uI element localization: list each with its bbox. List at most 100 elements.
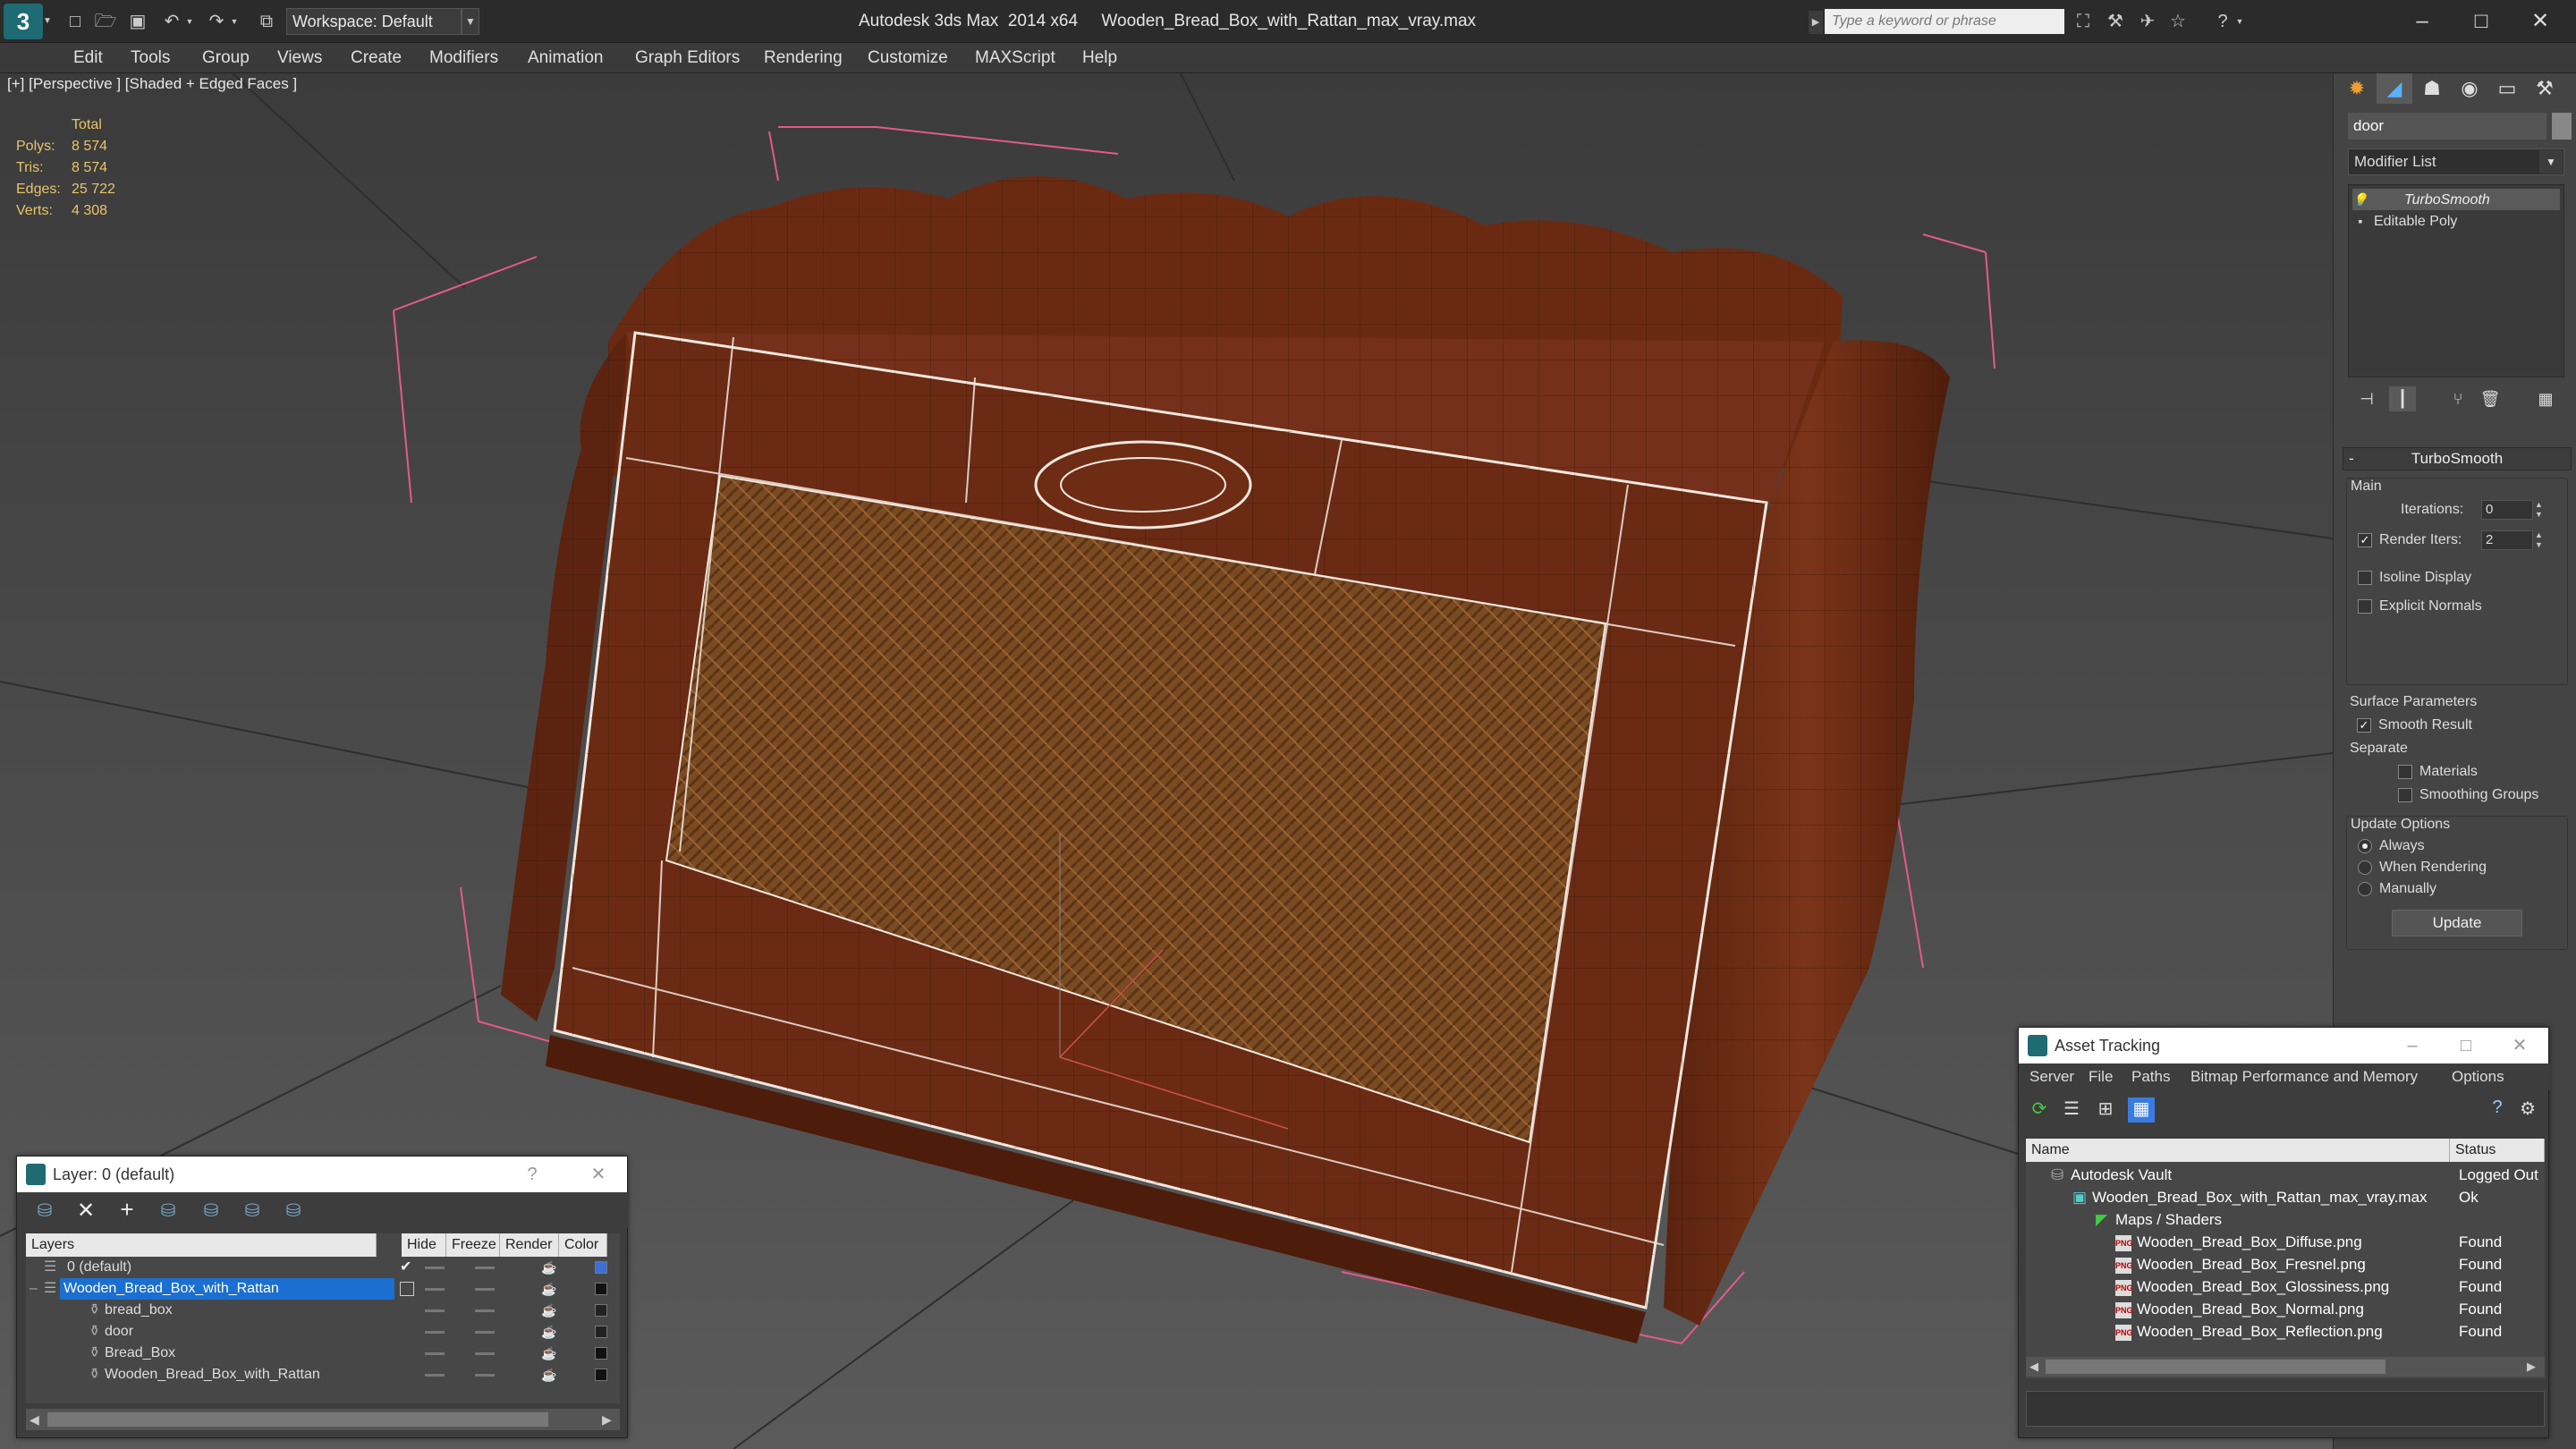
render-iters-spinner[interactable]: 2 xyxy=(2481,530,2533,550)
tree-view-icon[interactable]: ⊞ xyxy=(2094,1097,2117,1121)
smoothing-groups-row[interactable]: Smoothing Groups xyxy=(2398,787,2538,803)
asset-panel-minimize-icon[interactable]: – xyxy=(2394,1028,2430,1063)
menu-create[interactable]: Create xyxy=(351,43,402,73)
motion-tab-icon[interactable]: ◉ xyxy=(2452,73,2487,104)
asset-help-icon[interactable]: ? xyxy=(2486,1097,2509,1121)
layer-color-swatch[interactable] xyxy=(595,1261,607,1274)
lightbulb-icon[interactable]: 💡 xyxy=(2352,189,2368,210)
open-file-icon[interactable]: 🗁 xyxy=(93,9,118,34)
table-view-icon[interactable]: ▦ xyxy=(2128,1097,2155,1123)
redo-dropdown-icon[interactable]: ▼ xyxy=(227,9,242,34)
modifier-list-dropdown[interactable]: Modifier List xyxy=(2348,148,2564,175)
help-dropdown-icon[interactable]: ▼ xyxy=(2233,9,2247,34)
configure-sets-icon[interactable]: ▦ xyxy=(2532,386,2559,411)
layer-row[interactable]: ⚱ Wooden_Bread_Box_with_Rattan ☕ xyxy=(26,1364,620,1385)
refresh-icon[interactable]: ⟳ xyxy=(2028,1097,2051,1121)
smoothing-groups-checkbox[interactable] xyxy=(2398,787,2412,802)
layer-row[interactable]: – ☰ Wooden_Bread_Box_with_Rattan ☕ xyxy=(26,1278,620,1300)
iterations-spinner-arrows-icon[interactable]: ▲ ▼ xyxy=(2535,500,2543,520)
update-button[interactable]: Update xyxy=(2392,910,2522,936)
utilities-tab-icon[interactable]: ⚒ xyxy=(2527,73,2563,104)
asset-row[interactable]: ⛁ Autodesk Vault Logged Out xyxy=(2029,1164,2545,1186)
update-always-row[interactable]: Always xyxy=(2358,838,2425,854)
subscription-icon[interactable]: ⚒ xyxy=(2102,9,2129,34)
render-iters-spinner-arrows-icon[interactable]: ▲ ▼ xyxy=(2535,530,2543,550)
render-teapot-icon[interactable]: ☕ xyxy=(541,1321,556,1343)
col-status[interactable]: Status xyxy=(2450,1139,2545,1162)
layer-row[interactable]: ☰ 0 (default) ✔ ☕ xyxy=(26,1257,620,1278)
render-teapot-icon[interactable]: ☕ xyxy=(541,1278,556,1300)
menu-rendering[interactable]: Rendering xyxy=(764,43,843,73)
col-color[interactable]: Color xyxy=(559,1233,607,1257)
col-freeze[interactable]: Freeze xyxy=(446,1233,500,1257)
minimize-icon[interactable]: – xyxy=(2395,4,2449,39)
layer-row[interactable]: ⚱ bread_box ☕ xyxy=(26,1300,620,1321)
active-layer-box[interactable] xyxy=(400,1282,414,1296)
menu-maxscript[interactable]: MAXScript xyxy=(975,43,1055,73)
manually-radio[interactable] xyxy=(2358,881,2372,896)
asset-row[interactable]: PNG Wooden_Bread_Box_Diffuse.png Found xyxy=(2029,1231,2545,1253)
save-icon[interactable]: ▣ xyxy=(125,9,150,34)
layer-panel-close-icon[interactable]: ✕ xyxy=(580,1157,616,1192)
materials-row[interactable]: Materials xyxy=(2398,764,2478,780)
asset-panel-titlebar[interactable]: Asset Tracking – □ ✕ xyxy=(2019,1028,2548,1063)
pin-stack-icon[interactable]: ⊣ xyxy=(2353,386,2380,411)
menu-views[interactable]: Views xyxy=(277,43,322,73)
new-file-icon[interactable]: □ xyxy=(63,9,88,34)
layer-panel-titlebar[interactable]: Layer: 0 (default) ? ✕ xyxy=(17,1157,627,1192)
stack-item-turbosmooth[interactable]: 💡 TurboSmooth xyxy=(2352,189,2560,210)
update-when-rendering-row[interactable]: When Rendering xyxy=(2358,860,2487,876)
app-menu-arrow-icon[interactable]: ▼ xyxy=(43,16,52,26)
freeze-toggle[interactable] xyxy=(475,1374,495,1377)
asset-menu-options[interactable]: Options xyxy=(2452,1063,2504,1090)
layer-row[interactable]: ⚱ door ☕ xyxy=(26,1321,620,1343)
explicit-normals-checkbox[interactable] xyxy=(2358,598,2372,614)
undo-icon[interactable]: ↶ xyxy=(159,9,184,34)
render-teapot-icon[interactable]: ☕ xyxy=(541,1343,556,1364)
col-layers[interactable]: Layers xyxy=(26,1233,377,1257)
remove-modifier-icon[interactable]: 🗑 xyxy=(2477,386,2504,411)
scroll-thumb[interactable] xyxy=(47,1412,548,1427)
hide-toggle[interactable] xyxy=(425,1288,445,1291)
communication-center-icon[interactable]: ✈ xyxy=(2134,9,2161,34)
layer-row[interactable]: ⚱ Bread_Box ☕ xyxy=(26,1343,620,1364)
when-rendering-radio[interactable] xyxy=(2358,860,2372,875)
scroll-thumb[interactable] xyxy=(2046,1360,2385,1374)
expand-plus-icon[interactable]: ▪ xyxy=(2352,210,2368,232)
hide-toggle[interactable] xyxy=(425,1267,445,1269)
asset-settings-icon[interactable]: ⚙ xyxy=(2516,1097,2539,1121)
asset-row[interactable]: ◤ Maps / Shaders xyxy=(2029,1208,2545,1231)
redo-icon[interactable]: ↷ xyxy=(204,9,229,34)
delete-layer-icon[interactable]: ✕ xyxy=(74,1198,97,1224)
menu-help[interactable]: Help xyxy=(1082,43,1117,73)
layer-panel-help-icon[interactable]: ? xyxy=(514,1157,550,1192)
asset-row[interactable]: PNG Wooden_Bread_Box_Normal.png Found xyxy=(2029,1298,2545,1320)
layer-color-swatch[interactable] xyxy=(595,1304,607,1317)
asset-row[interactable]: PNG Wooden_Bread_Box_Reflection.png Foun… xyxy=(2029,1320,2545,1343)
freeze-toggle[interactable] xyxy=(475,1331,495,1334)
hide-toggle[interactable] xyxy=(425,1352,445,1355)
expand-minus-icon[interactable]: – xyxy=(30,1278,38,1300)
render-teapot-icon[interactable]: ☕ xyxy=(541,1364,556,1385)
active-layer-check-icon[interactable]: ✔ xyxy=(400,1257,411,1278)
hide-toggle[interactable] xyxy=(425,1331,445,1334)
render-iters-row[interactable]: ✓ Render Iters: xyxy=(2358,532,2462,548)
add-to-layer-icon[interactable]: + xyxy=(115,1196,139,1224)
list-view-icon[interactable]: ☰ xyxy=(2060,1097,2083,1121)
freeze-toggle[interactable] xyxy=(475,1352,495,1355)
col-render[interactable]: Render xyxy=(500,1233,559,1257)
show-end-result-icon[interactable]: ┃ xyxy=(2389,386,2416,411)
freeze-toggle[interactable] xyxy=(475,1267,495,1269)
menu-customize[interactable]: Customize xyxy=(868,43,948,73)
asset-menu-paths[interactable]: Paths xyxy=(2131,1063,2170,1090)
asset-row[interactable]: PNG Wooden_Bread_Box_Glossiness.png Foun… xyxy=(2029,1275,2545,1298)
smooth-result-row[interactable]: ✓ Smooth Result xyxy=(2357,717,2472,733)
search-expand-icon[interactable]: ▶ xyxy=(1809,11,1823,34)
col-name[interactable]: Name xyxy=(2026,1139,2450,1162)
hide-toggle[interactable] xyxy=(425,1374,445,1377)
freeze-all-icon[interactable]: ⛁ xyxy=(282,1199,305,1222)
col-hide[interactable]: Hide xyxy=(402,1233,446,1257)
close-icon[interactable]: ✕ xyxy=(2513,4,2567,39)
layer-color-swatch[interactable] xyxy=(595,1368,607,1381)
layer-color-swatch[interactable] xyxy=(595,1326,607,1338)
